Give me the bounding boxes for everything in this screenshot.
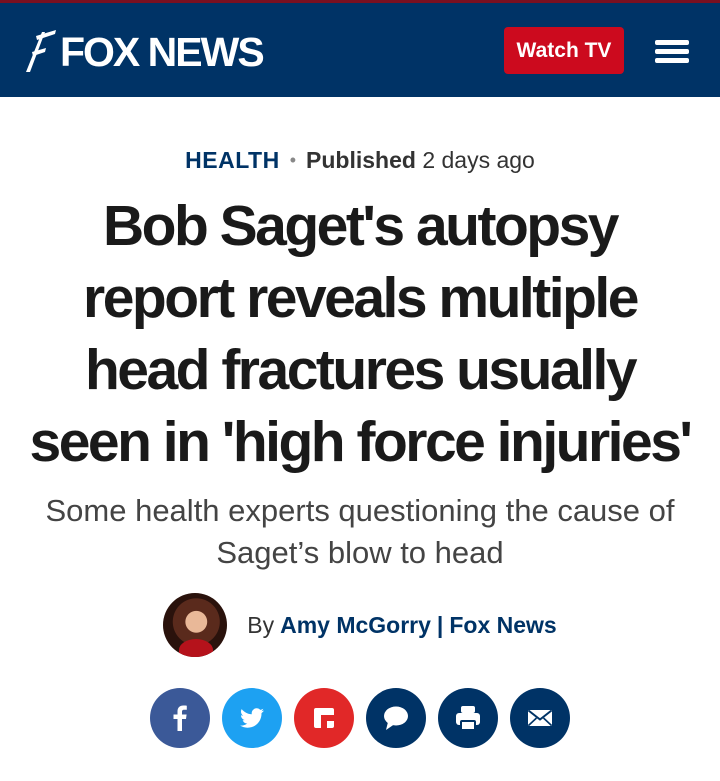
fox-news-logo[interactable]: FOX NEWS [24, 25, 265, 75]
published-label: Published [306, 147, 416, 173]
share-twitter-button[interactable] [222, 688, 282, 748]
byline: By Amy McGorry | Fox News [0, 592, 720, 658]
logo-text: FOX NEWS [60, 28, 265, 75]
facebook-icon [173, 705, 187, 731]
outlet-link[interactable]: Fox News [449, 612, 556, 638]
headline: Bob Saget's autopsy report reveals multi… [20, 190, 700, 478]
watch-tv-button[interactable]: Watch TV [504, 27, 624, 74]
published-time: 2 days ago [422, 147, 535, 173]
byline-by: By [247, 611, 275, 638]
comment-icon [384, 706, 408, 730]
share-email-button[interactable] [510, 688, 570, 748]
email-icon [527, 709, 553, 727]
category-link[interactable]: HEALTH [185, 147, 280, 173]
article-meta: HEALTH • Published 2 days ago [0, 145, 720, 177]
byline-separator: | [436, 611, 444, 638]
comments-button[interactable] [366, 688, 426, 748]
headline-line: report reveals multiple [83, 266, 639, 330]
headline-line: head fractures usually [84, 338, 638, 402]
hamburger-menu-icon[interactable] [655, 40, 689, 64]
subheadline: Some health experts questioning the caus… [45, 493, 675, 570]
author-link[interactable]: Amy McGorry [280, 612, 431, 638]
headline-line: Bob Saget's autopsy [103, 194, 619, 258]
author-avatar[interactable] [163, 593, 228, 657]
byline-text: By Amy McGorry | Fox News [247, 612, 556, 639]
share-facebook-button[interactable] [150, 688, 210, 748]
share-flipboard-button[interactable] [294, 688, 354, 748]
meta-separator-dot: • [289, 150, 297, 170]
twitter-icon [240, 708, 264, 728]
site-header: FOX NEWS Watch TV [0, 0, 720, 97]
print-icon [456, 706, 480, 731]
flipboard-icon [314, 708, 334, 728]
fox-logo-mark-icon [26, 30, 56, 72]
headline-line: seen in 'high force injuries' [29, 410, 693, 474]
share-bar [0, 688, 720, 750]
print-button[interactable] [438, 688, 498, 748]
